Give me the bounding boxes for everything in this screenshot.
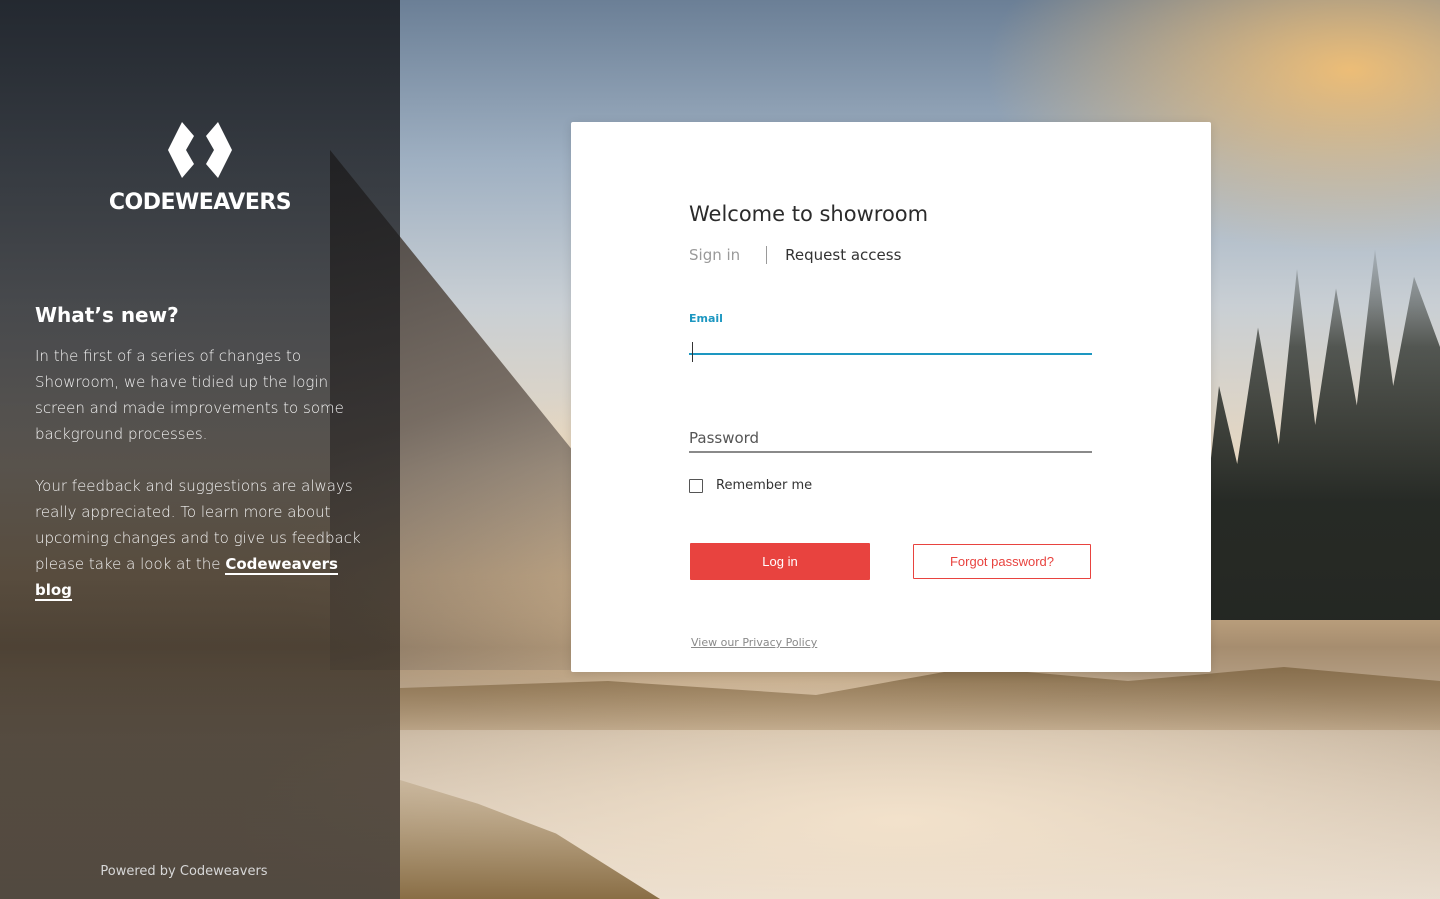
text-caret <box>692 342 693 362</box>
news-section: What’s new? In the first of a series of … <box>35 303 375 629</box>
whats-new-panel: CODEWEAVERS What’s new? In the first of … <box>0 0 400 899</box>
login-button[interactable]: Log in <box>690 543 870 580</box>
password-field: Password <box>689 427 1092 453</box>
news-heading: What’s new? <box>35 303 179 327</box>
powered-by: Powered by Codeweavers <box>100 864 268 879</box>
tab-divider <box>766 246 768 264</box>
page-title: Welcome to showroom <box>689 202 929 226</box>
tab-request-access[interactable]: Request access <box>785 246 901 264</box>
remember-me-checkbox[interactable] <box>689 478 703 493</box>
privacy-policy-link[interactable]: View our Privacy Policy <box>691 636 817 649</box>
remember-me-label: Remember me <box>716 478 813 493</box>
codeweavers-logo-icon <box>168 122 232 178</box>
login-card: Welcome to showroom Sign in Request acce… <box>571 122 1211 672</box>
brand-logo: CODEWEAVERS <box>0 122 400 215</box>
background-grass <box>400 780 660 899</box>
brand-name: CODEWEAVERS <box>108 190 292 215</box>
remember-me[interactable]: Remember me <box>689 478 812 493</box>
email-input[interactable] <box>689 331 1092 355</box>
email-field: Email <box>689 312 1092 362</box>
login-page: CODEWEAVERS What’s new? In the first of … <box>0 0 1440 899</box>
news-paragraph-2: Your feedback and suggestions are always… <box>35 473 375 603</box>
password-input[interactable]: Password <box>689 427 1092 453</box>
tab-sign-in[interactable]: Sign in <box>689 246 740 264</box>
email-label: Email <box>689 312 723 325</box>
background-trees <box>1180 249 1440 620</box>
auth-tabs: Sign in Request access <box>689 246 901 264</box>
news-paragraph-1: In the first of a series of changes to S… <box>35 347 344 443</box>
forgot-password-button[interactable]: Forgot password? <box>913 544 1091 579</box>
